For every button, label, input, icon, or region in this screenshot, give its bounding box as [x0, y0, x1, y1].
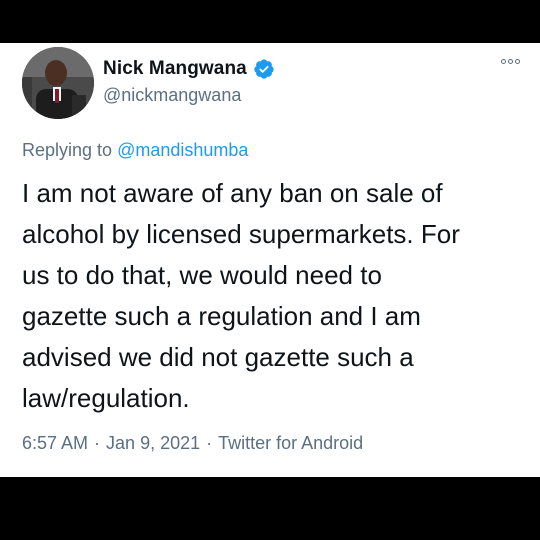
tweet-text: I am not aware of any ban on sale of alc… [22, 178, 460, 413]
avatar[interactable] [22, 47, 94, 119]
tweet-metadata: 6:57 AM · Jan 9, 2021 · Twitter for Andr… [22, 433, 363, 454]
reply-to-link[interactable]: @mandishumba [117, 140, 248, 160]
tweet-card: Nick Mangwana @nickmangwana Replying to … [0, 43, 540, 477]
more-options-button[interactable] [501, 59, 520, 64]
tweet-date[interactable]: Jan 9, 2021 [106, 433, 200, 454]
verified-badge-icon [254, 59, 274, 79]
profile-photo-icon [22, 47, 94, 119]
more-options-icon [501, 59, 506, 64]
author-name-row: Nick Mangwana [103, 58, 275, 80]
reply-context: Replying to @mandishumba [22, 140, 248, 161]
more-options-icon [508, 59, 513, 64]
separator: · [206, 433, 213, 453]
tweet-time[interactable]: 6:57 AM [22, 433, 88, 454]
reply-prefix: Replying to [22, 140, 113, 160]
handle[interactable]: @nickmangwana [103, 85, 241, 106]
tweet-source[interactable]: Twitter for Android [218, 433, 363, 454]
display-name[interactable]: Nick Mangwana [103, 58, 247, 80]
more-options-icon [515, 59, 520, 64]
separator: · [94, 433, 101, 453]
